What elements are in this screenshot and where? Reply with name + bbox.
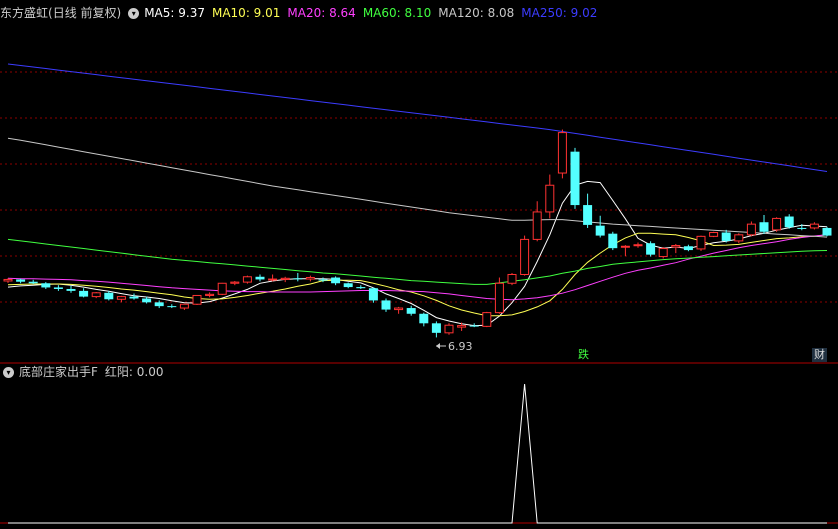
candle-body: [570, 151, 580, 206]
candle-body: [520, 238, 530, 275]
candle-body: [557, 132, 567, 174]
candle-body: [419, 313, 429, 324]
candle-body: [646, 243, 656, 255]
candle-body: [772, 217, 782, 231]
candle-body: [3, 278, 13, 282]
candle-body: [406, 308, 416, 314]
candle-body: [53, 287, 63, 289]
candle-body: [331, 277, 341, 284]
candle-body: [129, 296, 139, 299]
candle-body: [608, 233, 618, 249]
candle-body: [91, 292, 101, 298]
tag-die[interactable]: 跌: [576, 348, 591, 362]
candle-body: [784, 216, 794, 228]
candle-body: [457, 325, 467, 328]
candle-body: [494, 282, 504, 314]
candle-body: [305, 277, 315, 280]
candle-body: [280, 277, 290, 280]
ma5-legend: MA5: 9.37: [144, 6, 205, 20]
candle-body: [633, 244, 643, 247]
candle-body: [318, 279, 328, 281]
candle-body: [746, 223, 756, 236]
ma120-legend: MA120: 8.08: [438, 6, 515, 20]
candle-body: [709, 232, 719, 237]
candle-body: [192, 294, 202, 305]
candle-body: [595, 225, 605, 236]
candle-body: [545, 184, 555, 213]
candles: [3, 129, 832, 338]
ma5-line: [7, 180, 828, 327]
candle-body: [343, 283, 353, 288]
low-price-label: 6.93: [448, 340, 473, 353]
candle-body: [658, 248, 668, 258]
candle-body: [734, 234, 744, 242]
indicator-name: 底部庄家出手F: [19, 365, 98, 379]
candle-body: [368, 288, 378, 301]
candle-body: [431, 323, 441, 333]
sub-header: ▾ 底部庄家出手F 红阳: 0.00: [0, 362, 170, 382]
kline-chart[interactable]: 6.93: [0, 0, 838, 529]
ma60-legend: MA60: 8.10: [362, 6, 432, 20]
chevron-down-icon[interactable]: ▾: [128, 7, 140, 19]
candle-body: [797, 227, 807, 229]
main-header: 东方盛虹 (日线 前复权) ▾ MA5: 9.37 MA10: 9.01 MA2…: [0, 3, 604, 23]
candle-body: [696, 235, 706, 250]
candle-body: [356, 287, 366, 289]
candle-body: [822, 227, 832, 236]
candle-body: [28, 281, 38, 284]
candle-body: [255, 276, 265, 280]
candle-body: [41, 283, 51, 288]
candle-body: [482, 312, 492, 327]
low-price-marker: 6.93: [436, 340, 473, 353]
indicator-line: [8, 383, 827, 524]
indicator-plot: [8, 383, 827, 524]
candle-body: [167, 306, 177, 308]
candle-body: [116, 296, 126, 300]
indicator-value: 红阳: 0.00: [104, 365, 164, 379]
candle-body: [217, 282, 227, 295]
candle-body: [444, 324, 454, 334]
candle-body: [142, 298, 152, 303]
candle-body: [381, 300, 391, 310]
candle-body: [154, 302, 164, 307]
candle-body: [683, 246, 693, 251]
candle-body: [620, 245, 630, 248]
candle-body: [104, 292, 114, 300]
candle-body: [532, 211, 542, 240]
stock-title: 东方盛虹: [0, 6, 49, 20]
candle-body: [809, 223, 819, 229]
candle-body: [721, 232, 731, 241]
candle-body: [66, 288, 76, 291]
candle-body: [469, 325, 479, 327]
candle-body: [230, 281, 240, 284]
candle-body: [242, 276, 252, 283]
tag-cai[interactable]: 财: [812, 348, 827, 362]
period-label: (日线 前复权): [48, 6, 122, 20]
ma250-legend: MA250: 9.02: [521, 6, 598, 20]
candle-body: [394, 307, 404, 311]
candle-body: [583, 205, 593, 225]
candle-body: [293, 278, 303, 280]
candle-body: [507, 273, 517, 284]
ma10-legend: MA10: 9.01: [211, 6, 281, 20]
candle-body: [671, 244, 681, 248]
chevron-down-icon[interactable]: ▾: [3, 366, 14, 378]
candle-body: [759, 222, 769, 232]
candle-body: [205, 293, 215, 296]
ma20-legend: MA20: 8.64: [287, 6, 356, 20]
candle-body: [79, 290, 89, 297]
moving-average-lines: [7, 63, 828, 327]
candle-body: [179, 303, 189, 309]
candle-body: [268, 278, 278, 281]
candle-body: [16, 279, 26, 282]
